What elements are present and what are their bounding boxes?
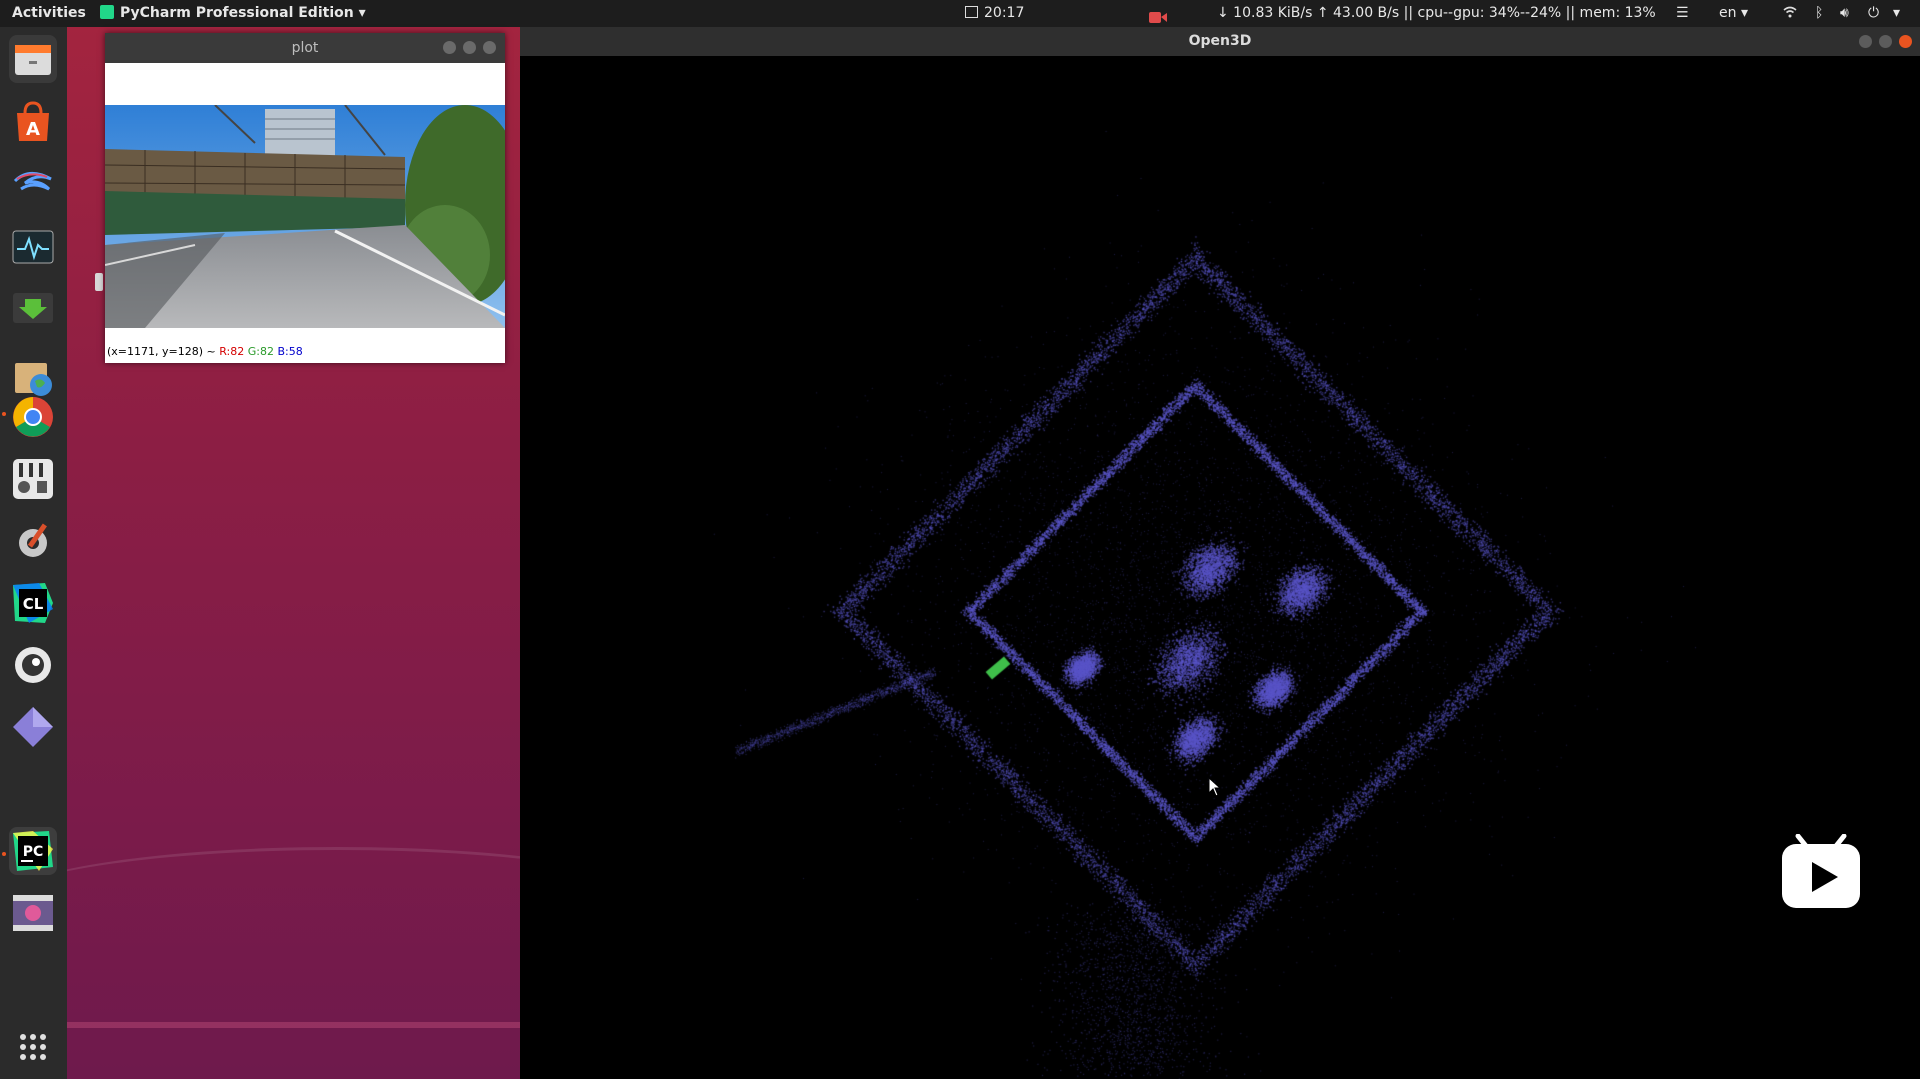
diamond-app-icon[interactable] bbox=[9, 703, 57, 751]
open3d-window: Open3D bbox=[520, 27, 1920, 1079]
settings-tools-icon[interactable] bbox=[9, 517, 57, 565]
wallpaper-stripe bbox=[67, 1022, 520, 1028]
language-selector[interactable]: en ▾ bbox=[1719, 0, 1748, 27]
close-icon[interactable] bbox=[1899, 35, 1912, 48]
files-icon[interactable] bbox=[9, 35, 57, 83]
top-bar: Activities PyCharm Professional Edition … bbox=[0, 0, 1920, 27]
minimize-icon[interactable] bbox=[1859, 35, 1872, 48]
pycharm-icon bbox=[100, 5, 114, 19]
calendar-icon bbox=[965, 6, 978, 18]
app-menu-label: PyCharm Professional Edition bbox=[120, 5, 354, 21]
dock: A CL PC bbox=[0, 27, 67, 1079]
maximize-icon[interactable] bbox=[1879, 35, 1892, 48]
bluetooth-icon[interactable]: ᛒ bbox=[1815, 0, 1823, 27]
plot-title: plot bbox=[291, 40, 319, 56]
dragon-icon[interactable] bbox=[9, 159, 57, 207]
wifi-icon[interactable] bbox=[1783, 0, 1797, 27]
pycharm-dock-icon[interactable]: PC bbox=[9, 827, 57, 875]
open3d-title: Open3D bbox=[1188, 33, 1252, 49]
open3d-titlebar[interactable]: Open3D bbox=[520, 27, 1920, 56]
show-applications-grid-icon[interactable] bbox=[9, 1023, 57, 1071]
plot-toolbar bbox=[105, 63, 505, 105]
language-label: en bbox=[1719, 5, 1737, 21]
wallpaper-wave bbox=[67, 847, 520, 970]
chevron-down-icon: ▾ bbox=[1736, 5, 1748, 21]
chevron-down-icon[interactable]: ▾ bbox=[1893, 0, 1900, 27]
close-icon[interactable] bbox=[483, 41, 496, 54]
mouse-cursor bbox=[1208, 776, 1222, 801]
notes-icon[interactable]: ☰ bbox=[1676, 0, 1689, 27]
clion-icon[interactable]: CL bbox=[9, 579, 57, 627]
screen-record-icon[interactable] bbox=[1149, 7, 1167, 23]
status-green: G:82 bbox=[247, 345, 274, 358]
eye-icon[interactable] bbox=[9, 641, 57, 689]
power-icon[interactable]: ⏻ bbox=[1868, 0, 1879, 27]
download-terminal-icon[interactable] bbox=[9, 283, 57, 331]
activities-button[interactable]: Activities bbox=[12, 0, 86, 27]
point-cloud-viewport[interactable] bbox=[520, 56, 1920, 1079]
status-red: R:82 bbox=[219, 345, 245, 358]
net-stats: ↓ 10.83 KiB/s ↑ 43.00 B/s || cpu--gpu: 3… bbox=[1217, 5, 1656, 21]
play-logo-watermark bbox=[1780, 833, 1862, 910]
software-center-icon[interactable]: A bbox=[9, 97, 57, 145]
plot-titlebar[interactable]: plot bbox=[105, 33, 505, 63]
minimize-icon[interactable] bbox=[443, 41, 456, 54]
clock-time: 20:17 bbox=[984, 5, 1025, 21]
resize-handle[interactable] bbox=[95, 273, 103, 291]
software-center-letter: A bbox=[26, 119, 40, 140]
chrome-icon[interactable] bbox=[9, 393, 57, 441]
clock[interactable]: 20:17 bbox=[965, 0, 1024, 27]
status-coords: (x=1171, y=128) ~ bbox=[107, 345, 216, 358]
maximize-icon[interactable] bbox=[463, 41, 476, 54]
running-indicator bbox=[2, 412, 6, 416]
mixer-icon[interactable] bbox=[9, 455, 57, 503]
plot-status-bar: (x=1171, y=128) ~ R:82 G:82 B:58 bbox=[107, 345, 303, 358]
pycharm-letters: PC bbox=[23, 844, 44, 860]
status-blue: B:58 bbox=[277, 345, 303, 358]
clion-letters: CL bbox=[23, 595, 44, 613]
system-monitor-icon[interactable] bbox=[9, 223, 57, 271]
plot-window: plot (x=1171, y=128) ~ R:82 G:82 B:58 bbox=[105, 33, 505, 363]
volume-icon[interactable]: 🔊︎ bbox=[1840, 0, 1849, 27]
camera-frame-image[interactable] bbox=[105, 105, 505, 328]
video-app-icon[interactable] bbox=[9, 889, 57, 937]
running-indicator bbox=[2, 852, 6, 856]
app-menu[interactable]: PyCharm Professional Edition ▾ bbox=[100, 0, 366, 27]
chevron-down-icon: ▾ bbox=[358, 5, 366, 21]
